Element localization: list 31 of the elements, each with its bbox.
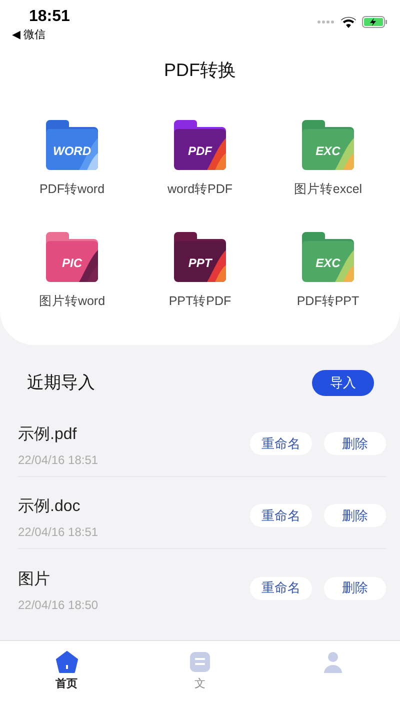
file-date: 22/04/16 18:51 — [18, 453, 98, 467]
file-date: 22/04/16 18:50 — [18, 598, 98, 612]
delete-button[interactable]: 删除 — [324, 504, 386, 527]
file-name: 示例.doc — [18, 497, 82, 517]
delete-button[interactable]: 删除 — [324, 432, 386, 455]
rename-button[interactable]: 重命名 — [250, 504, 312, 527]
convert-tool[interactable]: WORD PDF转word — [8, 120, 136, 198]
wifi-icon — [341, 16, 356, 28]
nav-tab[interactable]: 文 — [133, 651, 267, 693]
back-link[interactable]: ◀ 微信 — [12, 28, 70, 42]
signal-icon — [317, 20, 335, 24]
status-time: 18:51 — [29, 8, 70, 26]
convert-tool[interactable]: PDF word转PDF — [136, 120, 264, 198]
convert-tool[interactable]: PIC 图片转word — [8, 232, 136, 310]
page-title: PDF转换 — [163, 59, 237, 82]
file-name: 示例.pdf — [18, 425, 78, 445]
file-name: 图片 — [18, 570, 51, 590]
section-title: 近期导入 — [27, 372, 95, 394]
convert-tool[interactable]: EXC 图片转excel — [264, 120, 392, 198]
document-icon — [188, 651, 211, 673]
nav-tab[interactable]: 首页 — [0, 651, 134, 693]
person-icon — [322, 651, 344, 673]
rename-button[interactable]: 重命名 — [250, 432, 312, 455]
delete-button[interactable]: 删除 — [324, 576, 386, 600]
rename-button[interactable]: 重命名 — [250, 576, 312, 600]
battery-icon — [362, 16, 388, 28]
file-date: 22/04/16 18:51 — [18, 525, 98, 539]
import-button[interactable]: 导入 — [312, 370, 374, 396]
home-icon — [56, 651, 78, 673]
convert-tool[interactable]: PPT PPT转PDF — [136, 232, 264, 310]
convert-tool[interactable]: EXC PDF转PPT — [264, 232, 392, 310]
